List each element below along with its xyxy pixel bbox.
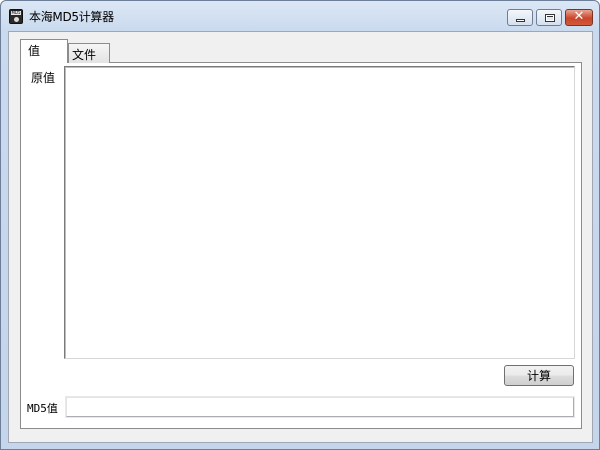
- original-value-label: 原值: [31, 71, 56, 85]
- app-icon-lens: [14, 17, 19, 22]
- app-icon-label: MD5: [11, 10, 21, 15]
- maximize-button[interactable]: [536, 9, 562, 26]
- caption-buttons: ✕: [504, 9, 593, 26]
- md5-value-field[interactable]: [66, 397, 574, 417]
- md5-value-label: MD5值: [27, 402, 58, 415]
- maximize-icon: [545, 14, 555, 22]
- md5-app-icon[interactable]: MD5: [9, 9, 23, 24]
- original-value-input[interactable]: [64, 66, 575, 359]
- app-window: MD5 本海MD5计算器 ✕ 值 文件 原值 计算 MD5值: [0, 0, 600, 450]
- tab-file[interactable]: 文件: [68, 43, 110, 63]
- client-area: 值 文件 原值 计算 MD5值: [8, 31, 593, 443]
- minimize-icon: [516, 19, 525, 22]
- window-title: 本海MD5计算器: [29, 10, 114, 24]
- minimize-button[interactable]: [507, 9, 533, 26]
- title-bar[interactable]: MD5 本海MD5计算器 ✕: [1, 1, 599, 31]
- tab-page-value: 原值 计算 MD5值: [20, 62, 582, 429]
- tab-value[interactable]: 值: [20, 39, 68, 63]
- calculate-button[interactable]: 计算: [504, 365, 574, 386]
- close-button[interactable]: ✕: [565, 9, 593, 26]
- close-icon: ✕: [573, 9, 585, 24]
